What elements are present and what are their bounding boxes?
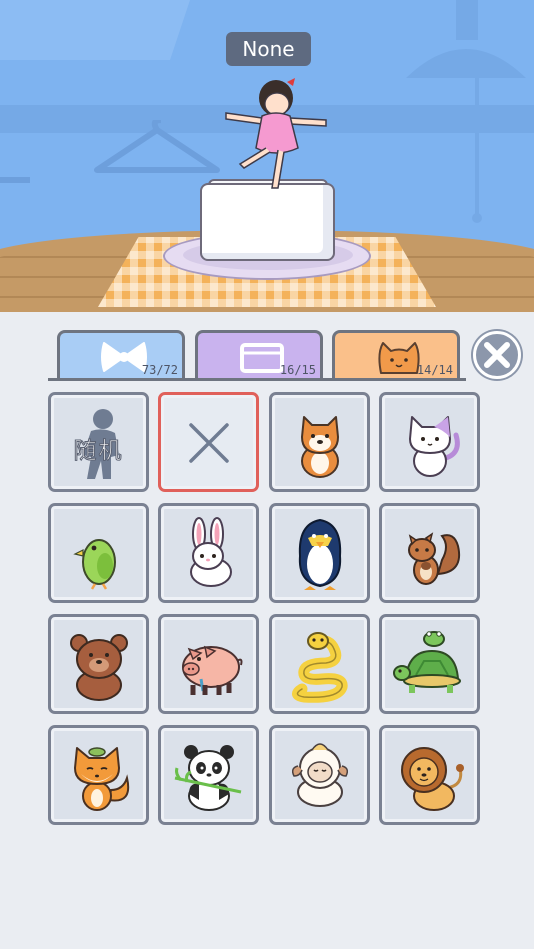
white-cat-icon [409,416,460,477]
pet-brown-bear[interactable] [48,614,149,714]
tab-underline [48,378,466,381]
penguin-icon [298,518,342,590]
pet-panda[interactable] [158,725,259,825]
tab-count: 14/14 [416,363,453,377]
pet-penguin[interactable] [269,503,370,603]
yellow-snake-icon [292,632,348,703]
brown-bear-icon [70,634,128,701]
hanger-icon [0,177,30,183]
random-pet-button[interactable]: 随机 [48,392,149,492]
pet-fox[interactable] [48,725,149,825]
squirrel-icon [408,532,460,585]
cross-icon [189,423,229,463]
tofu-block [200,183,335,261]
lion-icon [401,747,464,811]
no-pet-button[interactable] [158,392,259,492]
tab-furniture[interactable]: 16/15 [195,330,323,380]
panda-icon [174,745,242,811]
pink-pig-icon [182,645,243,695]
pet-pink-pig[interactable] [158,614,259,714]
green-parrot-icon [73,539,116,590]
sheep-icon [291,743,349,807]
pet-sheep[interactable] [269,725,370,825]
white-rabbit-icon [190,517,232,587]
close-button[interactable] [473,331,521,379]
pet-white-cat[interactable] [379,392,480,492]
stage-scene: None [0,0,534,312]
pet-turtle-and-frog[interactable] [379,614,480,714]
pet-green-parrot[interactable] [48,503,149,603]
character-name-tag: None [226,32,311,66]
random-label: 随机 [73,438,124,465]
tab-count: 73/72 [141,363,178,377]
ceiling-lamp-icon [406,0,526,223]
pet-white-rabbit[interactable] [158,503,259,603]
tab-bows[interactable]: 73/72 [57,330,185,380]
shiba-dog-icon [301,416,339,478]
close-icon [484,342,510,368]
fox-icon [74,747,130,811]
dancing-girl[interactable] [222,76,330,192]
pet-yellow-snake[interactable] [269,614,370,714]
hanger-icon [94,120,220,173]
pet-lion[interactable] [379,725,480,825]
turtle-and-frog-icon [393,631,461,693]
tab-pets[interactable]: 14/14 [332,330,460,380]
pet-squirrel[interactable] [379,503,480,603]
tab-count: 16/15 [279,363,316,377]
window-frame [0,0,190,60]
pet-shiba-dog[interactable] [269,392,370,492]
